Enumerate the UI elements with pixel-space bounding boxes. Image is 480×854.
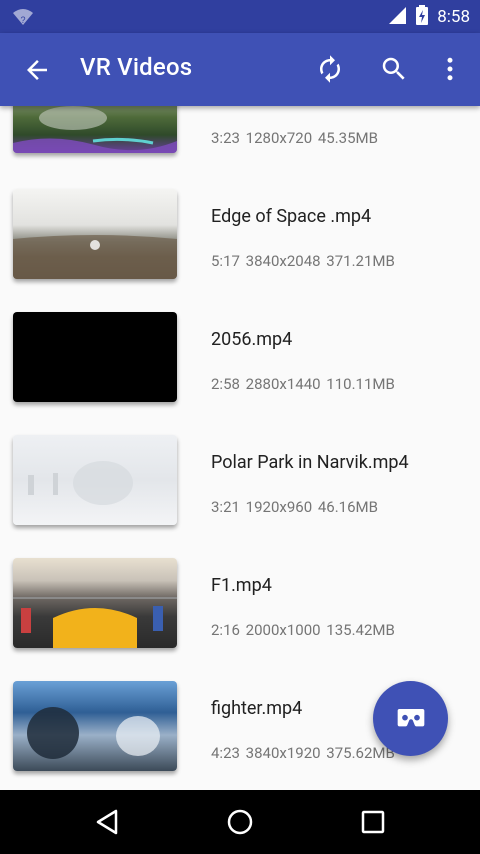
video-thumbnail[interactable] (13, 189, 177, 279)
app-toolbar: VR Videos (0, 33, 480, 106)
system-nav-bar (0, 790, 480, 854)
vr-headset-icon (395, 701, 427, 737)
video-meta: 3:21 1920x960 46.16MB (211, 498, 378, 516)
video-name: Polar Park in Narvik.mp4 (211, 452, 409, 473)
page-title: VR Videos (80, 53, 193, 81)
more-vert-icon[interactable] (434, 53, 466, 85)
video-meta: 5:17 3840x2048 371.21MB (211, 252, 395, 270)
back-arrow-icon[interactable] (22, 55, 52, 85)
nav-home-icon[interactable] (224, 806, 256, 838)
nav-back-icon[interactable] (92, 806, 124, 838)
status-time: 8:58 (437, 6, 470, 27)
video-meta: 3:23 1280x720 45.35MB (211, 129, 378, 147)
nav-recents-icon[interactable] (357, 806, 389, 838)
video-meta: 4:23 3840x1920 375.62MB (211, 744, 395, 762)
video-thumbnail[interactable] (13, 558, 177, 648)
video-list-item[interactable]: Polar Park in Narvik.mp4 3:21 1920x960 4… (0, 412, 480, 535)
video-thumbnail[interactable] (13, 435, 177, 525)
video-thumbnail[interactable] (13, 681, 177, 771)
video-name: 2056.mp4 (211, 329, 293, 350)
status-bar: ? 8:58 (0, 0, 480, 33)
wifi-icon: ? (12, 7, 34, 31)
signal-icon (387, 5, 407, 29)
video-thumbnail[interactable] (13, 312, 177, 402)
video-list-item[interactable]: F1.mp4 2:16 2000x1000 135.42MB (0, 535, 480, 658)
svg-text:?: ? (20, 15, 25, 25)
search-icon[interactable] (378, 53, 410, 85)
video-name: F1.mp4 (211, 575, 272, 596)
video-list-item[interactable]: 3:23 1280x720 45.35MB (0, 106, 480, 166)
refresh-icon[interactable] (314, 53, 346, 85)
video-meta: 2:58 2880x1440 110.11MB (211, 375, 395, 393)
vr-mode-button[interactable] (373, 681, 448, 756)
video-name: Edge of Space .mp4 (211, 206, 372, 227)
video-list-item[interactable]: Edge of Space .mp4 5:17 3840x2048 371.21… (0, 166, 480, 289)
video-name: fighter.mp4 (211, 698, 303, 719)
video-thumbnail[interactable] (13, 106, 177, 153)
video-meta: 2:16 2000x1000 135.42MB (211, 621, 395, 639)
battery-icon (415, 4, 429, 30)
video-list-item[interactable]: 2056.mp4 2:58 2880x1440 110.11MB (0, 289, 480, 412)
